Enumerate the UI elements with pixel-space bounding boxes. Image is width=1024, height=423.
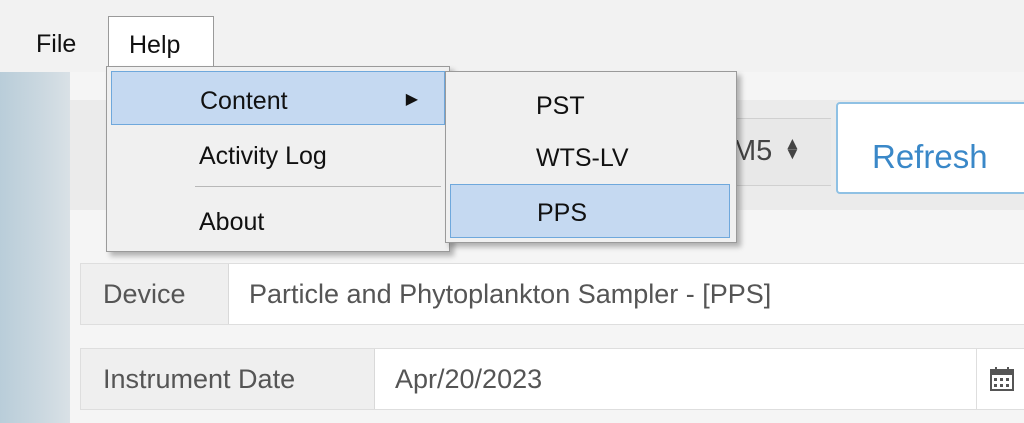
menu-item-activity-log-label: Activity Log xyxy=(199,142,327,170)
menu-item-about-label: About xyxy=(199,208,265,236)
instrument-date-label: Instrument Date xyxy=(81,349,375,409)
submenu-item-wts-lv-label: WTS-LV xyxy=(536,144,629,172)
up-down-arrows-icon[interactable]: ▲ ▼ xyxy=(784,135,801,162)
submenu-item-pps[interactable]: PPS xyxy=(450,184,730,238)
stepper-value: M5 xyxy=(732,135,773,167)
device-value: Particle and Phytoplankton Sampler - [PP… xyxy=(249,279,772,309)
triangle-right-icon: ▶ xyxy=(405,91,418,108)
submenu-item-pst[interactable]: PST xyxy=(450,78,730,132)
submenu-item-wts-lv[interactable]: WTS-LV xyxy=(450,130,730,184)
menu-separator xyxy=(195,186,441,187)
submenu-item-pps-label: PPS xyxy=(537,199,588,227)
device-row: Device Particle and Phytoplankton Sample… xyxy=(80,263,1024,325)
calendar-icon[interactable] xyxy=(976,349,1024,409)
menu-item-content-label: Content xyxy=(200,87,288,115)
device-label: Device xyxy=(81,264,229,324)
content-submenu: PST WTS-LV PPS xyxy=(445,71,737,243)
submenu-item-pst-label: PST xyxy=(536,92,585,120)
menu-help[interactable]: Help xyxy=(108,16,214,70)
instrument-date-row: Instrument Date Apr/20/2023 xyxy=(80,348,1024,410)
refresh-button[interactable]: Refresh xyxy=(836,102,1024,194)
side-panel xyxy=(0,72,70,423)
instrument-date-value[interactable]: Apr/20/2023 xyxy=(395,349,542,409)
menu-bar: File Help xyxy=(0,0,1024,72)
menu-item-content[interactable]: Content ▶ xyxy=(111,71,445,125)
menu-item-about[interactable]: About xyxy=(111,193,445,247)
help-dropdown-menu: Content ▶ Activity Log About xyxy=(106,66,450,252)
menu-item-activity-log[interactable]: Activity Log xyxy=(111,127,445,181)
menu-file[interactable]: File xyxy=(36,30,76,59)
